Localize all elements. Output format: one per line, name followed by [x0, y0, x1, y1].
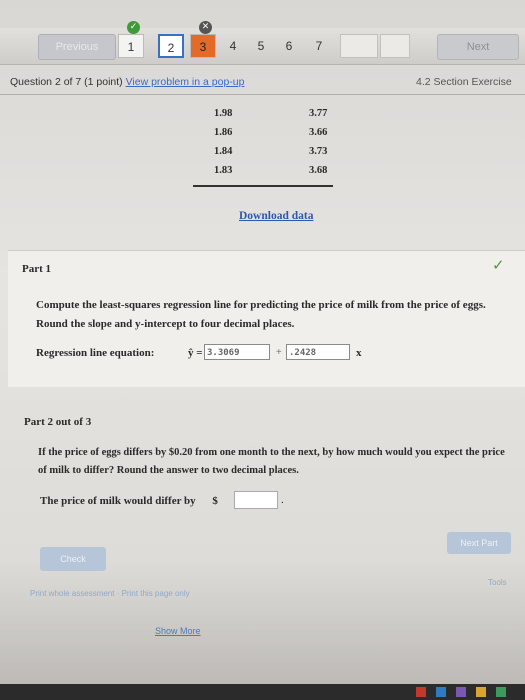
regression-equation-row: Regression line equation: ŷ = 3.3069 + .…: [36, 344, 516, 364]
intercept-input[interactable]: 3.3069: [204, 344, 270, 360]
question-points: (1 point): [84, 76, 123, 88]
part2-question: If the price of eggs differs by $0.20 fr…: [38, 447, 505, 476]
data-table: 1.98 3.77 1.86 3.66 1.84 3.73 1.83 3.68: [193, 108, 333, 184]
correct-check-icon: ✓: [492, 256, 505, 274]
app-icon[interactable]: [436, 687, 446, 697]
app-icon[interactable]: [416, 687, 426, 697]
show-more-link[interactable]: Show More: [155, 626, 201, 636]
x-variable: x: [356, 347, 362, 359]
table-row: 1.98 3.77: [214, 108, 328, 119]
next-part-button[interactable]: Next Part: [447, 532, 511, 554]
check-button[interactable]: Check: [40, 547, 106, 571]
table-row: 1.86 3.66: [214, 127, 328, 138]
answer-label: The price of milk would differ by $: [40, 495, 218, 507]
plus-sign: +: [276, 347, 282, 358]
question-3-tab[interactable]: ✕ 3: [190, 21, 216, 58]
slope-input[interactable]: .2428: [286, 344, 350, 360]
yhat-symbol: ŷ =: [188, 347, 203, 359]
app-icon[interactable]: [456, 687, 466, 697]
x-circle-icon: ✕: [199, 21, 212, 34]
popup-link[interactable]: View problem in a pop-up: [126, 76, 245, 88]
table-row: 1.84 3.73: [214, 146, 328, 157]
question-7-tab[interactable]: 7: [306, 34, 332, 58]
equation-label: Regression line equation:: [36, 347, 155, 359]
next-button[interactable]: Next: [437, 34, 519, 60]
app-icon[interactable]: [476, 687, 486, 697]
question-6-tab[interactable]: 6: [276, 34, 302, 58]
milk-difference-input[interactable]: [234, 491, 278, 509]
download-data-link[interactable]: Download data: [239, 210, 313, 222]
tools-link[interactable]: Tools: [488, 578, 507, 587]
trailing-period: .: [281, 494, 284, 506]
currency-symbol: $: [212, 495, 218, 507]
question-navbar: Previous ✓ 1 2 ✕ 3 4 5 6 7 Next: [0, 21, 525, 65]
table-bottom-rule: [193, 185, 333, 187]
section-label: 4.2 Section Exercise: [416, 76, 512, 88]
question-header: Question 2 of 7 (1 point) View problem i…: [10, 76, 525, 88]
header-divider: [0, 94, 525, 95]
question-4-tab[interactable]: 4: [220, 34, 246, 58]
empty-slot: [340, 34, 378, 58]
app-icon[interactable]: [496, 687, 506, 697]
question-5-tab[interactable]: 5: [248, 34, 274, 58]
empty-slot: [380, 34, 410, 58]
question-2-tab[interactable]: 2: [158, 34, 184, 58]
os-taskbar: [0, 684, 525, 700]
screen-photo: Previous ✓ 1 2 ✕ 3 4 5 6 7 Next Question…: [0, 0, 525, 700]
question-label: Question 2 of 7: [10, 76, 82, 88]
table-row: 1.83 3.68: [214, 165, 328, 176]
previous-button[interactable]: Previous: [38, 34, 116, 60]
part2-title: Part 2 out of 3: [24, 416, 92, 428]
part1-instructions: Compute the least-squares regression lin…: [36, 299, 486, 330]
question-1-tab[interactable]: ✓ 1: [118, 21, 144, 58]
check-circle-icon: ✓: [127, 21, 140, 34]
print-links[interactable]: Print whole assessment · Print this page…: [30, 589, 190, 598]
part1-title: Part 1: [22, 263, 52, 275]
